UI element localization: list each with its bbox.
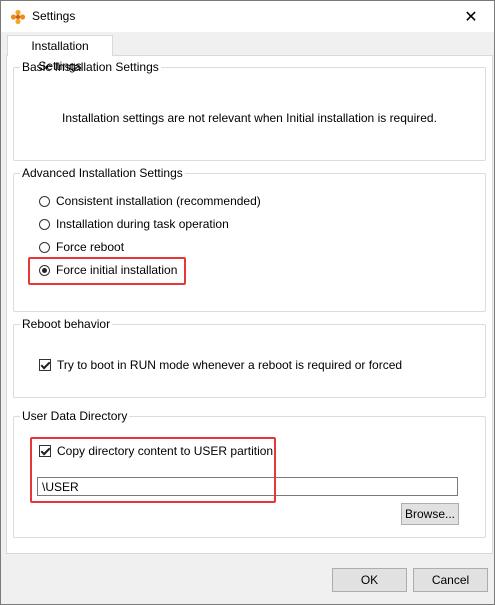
basic-settings-group: Basic Installation Settings Installation…: [13, 60, 486, 161]
radio-installation-during-task[interactable]: Installation during task operation: [39, 216, 229, 232]
ok-button[interactable]: OK: [332, 568, 407, 592]
radio-button[interactable]: [39, 241, 50, 253]
window-title: Settings: [32, 9, 76, 23]
highlight-box-force-initial: [28, 257, 186, 285]
radio-label: Consistent installation (recommended): [56, 194, 261, 208]
checkbox-label: Try to boot in RUN mode whenever a reboo…: [57, 358, 403, 372]
radio-button[interactable]: [39, 218, 50, 230]
close-icon: ✕: [464, 8, 478, 26]
checkbox[interactable]: [39, 359, 51, 371]
radio-force-reboot[interactable]: Force reboot: [39, 239, 124, 255]
cancel-button[interactable]: Cancel: [413, 568, 488, 592]
radio-label: Force reboot: [56, 240, 125, 254]
user-data-directory-title: User Data Directory: [20, 409, 130, 423]
settings-app-icon: [10, 9, 26, 25]
basic-settings-note: Installation settings are not relevant w…: [62, 111, 437, 125]
checkbox-boot-run-mode[interactable]: Try to boot in RUN mode whenever a reboo…: [39, 357, 402, 373]
title-bar: Settings ✕: [1, 1, 494, 32]
advanced-settings-title: Advanced Installation Settings: [20, 166, 185, 180]
radio-consistent-installation[interactable]: Consistent installation (recommended): [39, 193, 261, 209]
close-button[interactable]: ✕: [448, 1, 494, 32]
reboot-behavior-title: Reboot behavior: [20, 317, 113, 331]
settings-window: Settings ✕ Installation Settings Basic I…: [0, 0, 495, 605]
radio-button[interactable]: [39, 195, 50, 207]
browse-button[interactable]: Browse...: [401, 503, 459, 525]
tab-installation-settings[interactable]: Installation Settings: [7, 35, 113, 73]
highlight-box-user-data: [30, 437, 276, 503]
radio-label: Installation during task operation: [56, 217, 229, 231]
